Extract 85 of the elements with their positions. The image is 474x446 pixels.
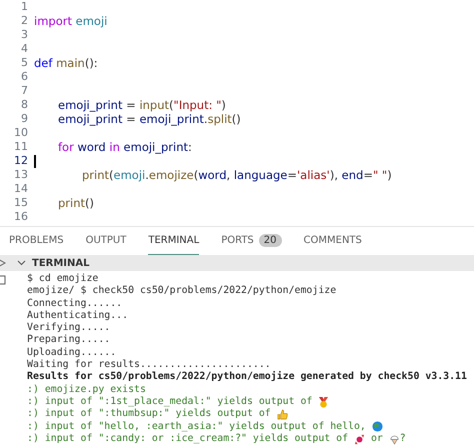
terminal-text: $ cd emojize <box>27 273 98 286</box>
terminal-text: ? <box>400 432 406 446</box>
terminal-text: Uploading...... <box>27 346 116 360</box>
code-token: emoji_print <box>58 98 122 112</box>
line-number: 15 <box>13 196 28 210</box>
section-header[interactable]: TERMINAL <box>0 255 474 271</box>
code-token: = <box>125 112 137 126</box>
terminal-text: Results for cs50/problems/2022/python/emojize generated by check50 v3.3.11 <box>27 371 467 384</box>
code-token: : <box>188 140 192 154</box>
line-number: 3 <box>20 28 28 42</box>
terminal-text: :) input of ":1st_place_medal:" yields output of <box>27 396 314 408</box>
line-number: 9 <box>20 112 28 126</box>
code-token: ( <box>194 168 198 182</box>
code-token: emoji_print <box>124 140 188 154</box>
line-number: 6 <box>20 70 28 84</box>
code-token: ) <box>387 168 392 182</box>
section-title: TERMINAL <box>32 258 90 268</box>
code-token: split <box>208 112 232 126</box>
code-token: () <box>232 112 241 126</box>
code-token: = <box>287 168 298 182</box>
line-number: 10 <box>13 126 28 140</box>
code-token: in <box>109 140 121 154</box>
panel-tab[interactable]: PROBLEMS <box>9 227 64 255</box>
code-token: emoji_print <box>139 112 204 126</box>
terminal-text: Waiting for results...................... <box>27 359 271 371</box>
count-badge: 20 <box>258 234 282 247</box>
panel-tab[interactable]: COMMENTS <box>304 227 362 255</box>
line-number: 8 <box>20 98 28 112</box>
line-number: 7 <box>20 84 28 98</box>
medal-icon <box>318 396 330 408</box>
line-number: 11 <box>13 140 28 154</box>
terminal-text: :) input of ":thumbsup:" yields output of <box>27 408 272 421</box>
code-token: ( <box>169 98 174 112</box>
code-token: (): <box>84 56 98 70</box>
panel-tab[interactable]: PORTS 20 <box>221 227 282 255</box>
code-token: main <box>56 56 85 70</box>
code-token: print <box>58 196 86 210</box>
chevron-down-icon[interactable] <box>17 260 26 266</box>
terminal-text: emojize/ $ check50 cs50/problems/2022/python/emojize <box>27 285 336 298</box>
code-token: word <box>198 168 227 182</box>
code-token: emojize <box>148 168 194 182</box>
candy-icon <box>354 434 365 444</box>
code-token: , <box>226 168 232 182</box>
terminal-text: Verifying..... <box>27 322 110 334</box>
code-token: word <box>77 140 107 154</box>
line-number: 5 <box>20 56 28 70</box>
code-token: end <box>342 168 364 182</box>
code-token: " " <box>372 168 388 182</box>
code-token: 'alias' <box>297 168 330 182</box>
code-token: = <box>125 98 137 112</box>
code-token: for <box>58 140 75 154</box>
code-token: ( <box>109 168 114 182</box>
run-icon[interactable] <box>0 258 6 268</box>
code-token: emoji <box>76 14 108 28</box>
terminal-text: Authenticating... <box>27 310 128 322</box>
code-token: import <box>34 14 73 28</box>
line-number: 16 <box>13 210 28 224</box>
line-number: 1 <box>20 0 28 14</box>
line-number: 12 <box>13 154 28 168</box>
code-token: ), <box>330 168 339 182</box>
line-number: 2 <box>20 14 28 28</box>
line-number: 14 <box>13 182 28 196</box>
terminal-text: or <box>370 432 384 446</box>
code-token: () <box>85 196 94 210</box>
code-token: def <box>34 56 54 70</box>
terminal-text: :) input of ":candy: or :ice_cream:?" yields output of <box>27 432 350 446</box>
line-number: 13 <box>13 168 28 182</box>
code-token: . <box>204 112 208 126</box>
line-number: 4 <box>20 42 28 56</box>
terminal-text: :) input of "hello, :earth_asia:" yields output of hello, <box>27 420 367 433</box>
panel-tab[interactable]: OUTPUT <box>86 227 126 255</box>
code-token: emoji <box>114 168 146 182</box>
terminal-text: :) emojize.py exists <box>27 384 146 396</box>
terminal-text: Preparing..... <box>27 334 110 347</box>
code-token: = <box>363 168 373 182</box>
thumbs-up-icon <box>276 408 288 420</box>
code-token: emoji_print <box>58 112 122 126</box>
code-token: ) <box>221 98 226 112</box>
code-token: language <box>234 168 288 182</box>
code-token: print <box>82 168 110 182</box>
terminal-text: Connecting...... <box>27 298 122 310</box>
globe-icon <box>372 421 383 432</box>
code-token: . <box>145 168 149 182</box>
code-token: input <box>139 98 170 112</box>
code-token: "Input: " <box>174 98 222 112</box>
